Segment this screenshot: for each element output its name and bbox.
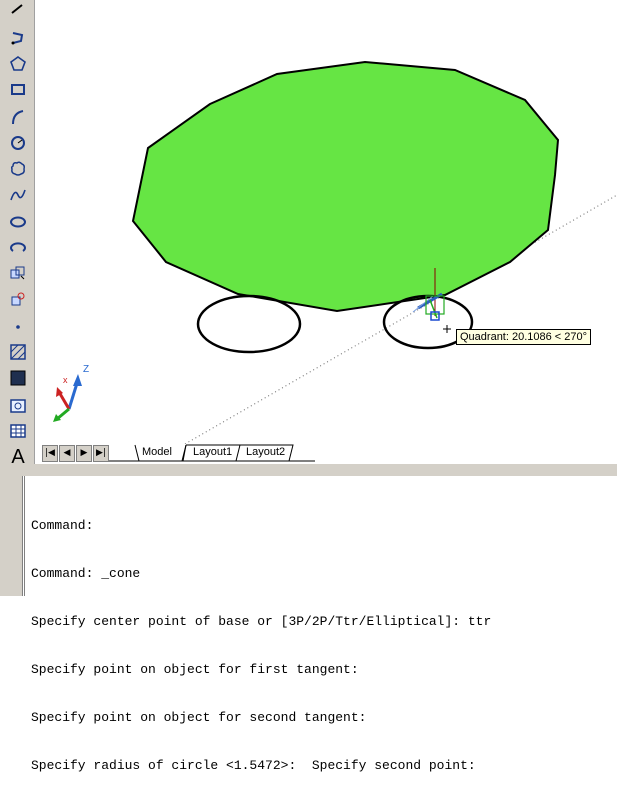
command-line: Specify point on object for first tangen… [31, 662, 359, 677]
line-icon[interactable] [8, 0, 28, 20]
command-line: Specify radius of circle <1.5472>: Speci… [31, 758, 476, 773]
gradient-icon[interactable] [8, 368, 28, 388]
tab-model[interactable]: Model [142, 444, 172, 460]
polygon-icon[interactable] [8, 54, 28, 74]
point-icon[interactable] [8, 316, 28, 336]
splitter[interactable] [0, 464, 617, 476]
layout-tab-bar: |◀ ◀ ▶ ▶| Model Layout1 Layout2 [35, 444, 617, 464]
tab-layout2[interactable]: Layout2 [246, 444, 285, 460]
command-history: Command: Command: _cone Specify center p… [31, 486, 491, 790]
green-polygon [131, 60, 560, 313]
ucs-icon: x Z [53, 364, 89, 422]
table-icon[interactable] [8, 421, 28, 441]
region-icon[interactable] [8, 396, 28, 416]
circle-icon[interactable] [8, 133, 28, 153]
svg-text:x: x [63, 375, 68, 385]
command-line: Specify center point of base or [3P/2P/T… [31, 614, 492, 629]
insert-block-icon[interactable] [8, 263, 28, 283]
command-window-grip[interactable] [0, 476, 23, 596]
command-line: Command: [31, 518, 94, 533]
left-ellipse [196, 294, 302, 354]
polyline-icon[interactable] [8, 28, 28, 48]
make-block-icon[interactable] [8, 289, 28, 309]
ucs-z-label: Z [83, 364, 89, 375]
arc-icon[interactable] [8, 107, 28, 127]
ellipse-arc-icon[interactable] [8, 238, 28, 258]
command-line: Command: _cone [31, 566, 141, 581]
command-line: Specify point on object for second tange… [31, 710, 367, 725]
command-window-border [24, 476, 25, 596]
revision-cloud-icon[interactable] [8, 159, 28, 179]
rectangle-icon[interactable] [8, 80, 28, 100]
osnap-tooltip: Quadrant: 20.1086 < 270° [456, 329, 592, 345]
ellipse-icon[interactable] [8, 212, 28, 232]
drawing-canvas[interactable]: x Z Quadrant: 20.1086 < 270° [35, 0, 617, 448]
hatch-icon[interactable] [8, 342, 28, 362]
spline-icon[interactable] [8, 185, 28, 205]
draw-toolbar: A [0, 0, 35, 468]
tab-layout1[interactable]: Layout1 [193, 444, 232, 460]
